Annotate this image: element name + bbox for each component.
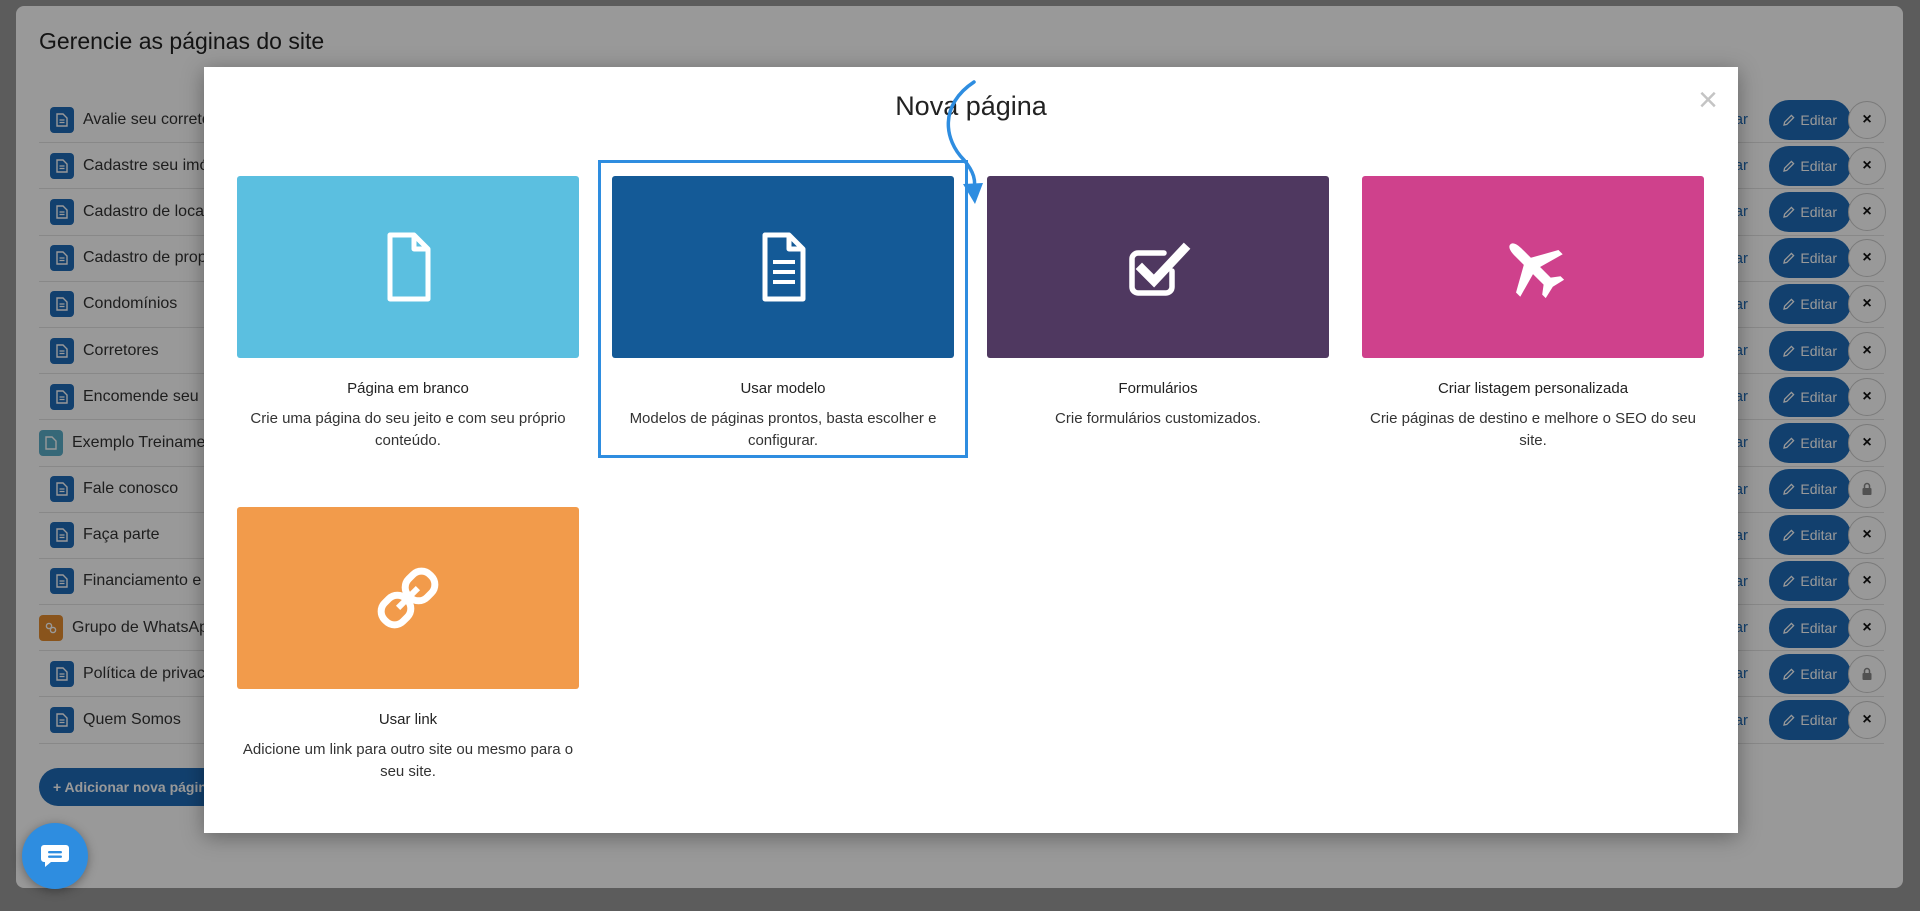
option-use-template[interactable]: Usar modelo Modelos de páginas prontos, …	[612, 176, 954, 452]
close-icon[interactable]: ×	[1698, 83, 1718, 117]
option-tile[interactable]	[612, 176, 954, 358]
airplane-icon	[1509, 243, 1565, 299]
option-tile[interactable]	[987, 176, 1329, 358]
option-title: Usar link	[378, 711, 438, 728]
blank-file-icon	[387, 232, 431, 302]
file-text-icon	[762, 232, 806, 302]
option-blank-page[interactable]: Página em branco Crie uma página do seu …	[237, 176, 579, 452]
option-description: Modelos de páginas prontos, basta escolh…	[629, 410, 937, 449]
checkbox-icon	[1129, 242, 1191, 296]
option-forms[interactable]: Formulários Crie formulários customizado…	[987, 176, 1329, 430]
option-title: Página em branco	[347, 380, 469, 397]
chain-link-icon	[377, 567, 439, 629]
option-custom-listing[interactable]: Criar listagem personalizada Crie página…	[1362, 176, 1704, 452]
option-tile[interactable]	[237, 507, 579, 689]
option-description: Crie formulários customizados.	[1055, 410, 1261, 427]
option-description: Crie páginas de destino e melhore o SEO …	[1369, 410, 1697, 449]
option-tile[interactable]	[1362, 176, 1704, 358]
chat-icon	[41, 845, 69, 867]
option-use-link[interactable]: Usar link Adicione um link para outro si…	[237, 507, 579, 783]
option-description: Crie uma página do seu jeito e com seu p…	[250, 410, 566, 449]
option-title: Usar modelo	[740, 380, 826, 397]
option-tile[interactable]	[237, 176, 579, 358]
chat-button[interactable]	[22, 823, 88, 889]
option-title: Formulários	[1118, 380, 1198, 397]
option-title: Criar listagem personalizada	[1437, 380, 1629, 397]
new-page-modal: Nova página × Página em branco Crie uma …	[204, 67, 1738, 833]
option-description: Adicione um link para outro site ou mesm…	[242, 741, 574, 780]
